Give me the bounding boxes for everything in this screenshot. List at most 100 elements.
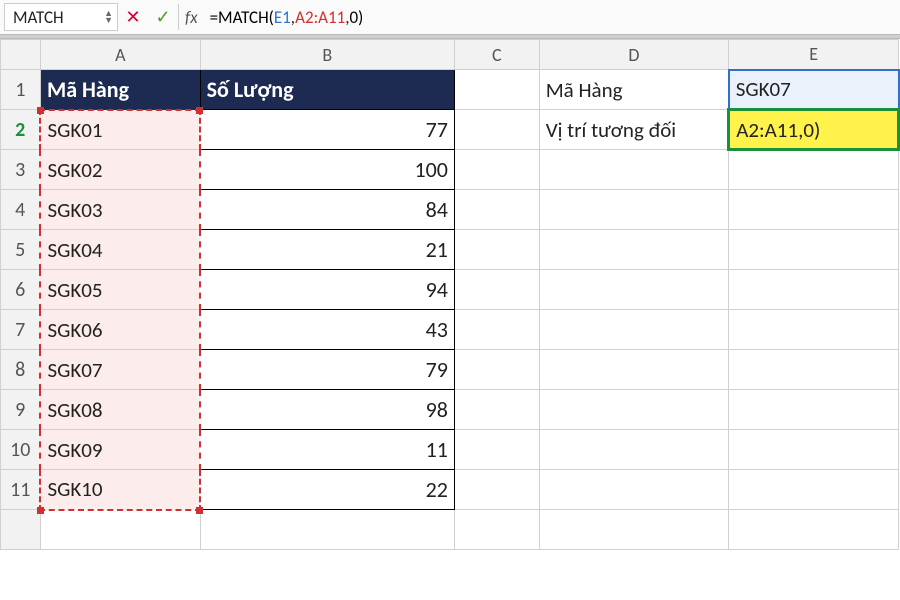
cell-D2[interactable]: Vị trí tương đối [539, 110, 729, 150]
cell[interactable] [40, 510, 200, 550]
cell[interactable] [539, 310, 729, 350]
cell[interactable] [729, 350, 899, 390]
cell[interactable] [539, 350, 729, 390]
col-header-E[interactable]: E [729, 40, 899, 70]
row-header[interactable]: 3 [1, 150, 41, 190]
cell[interactable] [539, 470, 729, 510]
cell-C1[interactable] [454, 70, 539, 110]
name-box-stepper[interactable]: ▲ ▼ [104, 10, 113, 24]
cell[interactable] [539, 510, 729, 550]
cell-B4[interactable]: 84 [200, 190, 454, 230]
cell-A4[interactable]: SGK03 [40, 190, 200, 230]
col-header-D[interactable]: D [539, 40, 729, 70]
cell-A9[interactable]: SGK08 [40, 390, 200, 430]
cell-B2[interactable]: 77 [200, 110, 454, 150]
cell-E1[interactable]: SGK07 [729, 70, 899, 110]
formula-input[interactable]: =MATCH(E1,A2:A11,0) [204, 7, 900, 28]
cell-A1[interactable]: Mã Hàng [40, 70, 200, 110]
name-box[interactable]: MATCH ▲ ▼ [4, 3, 118, 31]
range-handle-icon[interactable] [37, 507, 44, 514]
cell-B9[interactable]: 98 [200, 390, 454, 430]
formula-prefix: =MATCH( [210, 7, 274, 28]
cell[interactable] [729, 190, 899, 230]
cell[interactable] [729, 510, 899, 550]
cell-B1[interactable]: Số Lượng [200, 70, 454, 110]
row-header[interactable]: 7 [1, 310, 41, 350]
cell-D1[interactable]: Mã Hàng [539, 70, 729, 110]
cell-B8[interactable]: 79 [200, 350, 454, 390]
cell-A10[interactable]: SGK09 [40, 430, 200, 470]
cancel-button[interactable]: ✕ [118, 6, 148, 28]
cell-B10[interactable]: 11 [200, 430, 454, 470]
cell[interactable] [454, 510, 539, 550]
fx-label[interactable]: fx [178, 4, 204, 30]
cell-A3[interactable]: SGK02 [40, 150, 200, 190]
row-header[interactable]: 5 [1, 230, 41, 270]
cell[interactable] [729, 230, 899, 270]
cell[interactable] [454, 390, 539, 430]
cell[interactable] [200, 510, 454, 550]
accept-button[interactable]: ✓ [148, 6, 178, 28]
cell[interactable] [454, 150, 539, 190]
cell[interactable] [729, 430, 899, 470]
row-9: 9SGK0898 [1, 390, 899, 430]
row-header[interactable]: 11 [1, 470, 41, 510]
row-header[interactable]: 1 [1, 70, 41, 110]
spreadsheet-grid[interactable]: A B C D E 1 Mã Hàng Số Lượng Mã Hàng SGK… [0, 39, 900, 550]
row-header[interactable]: 9 [1, 390, 41, 430]
cell-A7[interactable]: SGK06 [40, 310, 200, 350]
close-icon: ✕ [125, 6, 140, 28]
range-handle-icon[interactable] [37, 107, 44, 114]
formula-ref2: A2:A11 [295, 7, 345, 28]
cell[interactable] [454, 430, 539, 470]
cell-A6[interactable]: SGK05 [40, 270, 200, 310]
cell[interactable] [729, 390, 899, 430]
row-4: 4SGK0384 [1, 190, 899, 230]
cell-A2[interactable]: SGK01 [40, 110, 200, 150]
cell[interactable] [539, 430, 729, 470]
select-all-corner[interactable] [1, 40, 41, 70]
col-header-B[interactable]: B [200, 40, 454, 70]
row-header[interactable]: 8 [1, 350, 41, 390]
cell[interactable] [454, 190, 539, 230]
cell[interactable] [539, 270, 729, 310]
row-header[interactable] [1, 510, 41, 550]
cell[interactable] [729, 310, 899, 350]
cell[interactable] [729, 150, 899, 190]
row-header[interactable]: 2 [1, 110, 41, 150]
cell-E2-active[interactable]: A2:A11,0) [729, 110, 899, 150]
row-10: 10SGK0911 [1, 430, 899, 470]
cell-A11[interactable]: SGK10 [40, 470, 200, 510]
row-3: 3SGK02100 [1, 150, 899, 190]
cell-C2[interactable] [454, 110, 539, 150]
cell-A5[interactable]: SGK04 [40, 230, 200, 270]
cell[interactable] [729, 270, 899, 310]
cell-B6[interactable]: 94 [200, 270, 454, 310]
cell[interactable] [454, 270, 539, 310]
chevron-down-icon[interactable]: ▼ [104, 17, 113, 24]
cell[interactable] [454, 230, 539, 270]
range-handle-icon[interactable] [196, 107, 203, 114]
cell-A8[interactable]: SGK07 [40, 350, 200, 390]
cell[interactable] [454, 470, 539, 510]
cell[interactable] [454, 350, 539, 390]
row-7: 7SGK0643 [1, 310, 899, 350]
cell[interactable] [454, 310, 539, 350]
range-handle-icon[interactable] [196, 507, 203, 514]
cell[interactable] [539, 150, 729, 190]
row-header[interactable]: 6 [1, 270, 41, 310]
row-2: 2 SGK01 77 Vị trí tương đối A2:A11,0) [1, 110, 899, 150]
cell-B3[interactable]: 100 [200, 150, 454, 190]
row-header[interactable]: 4 [1, 190, 41, 230]
col-header-C[interactable]: C [454, 40, 539, 70]
row-header[interactable]: 10 [1, 430, 41, 470]
col-header-A[interactable]: A [40, 40, 200, 70]
cell-B7[interactable]: 43 [200, 310, 454, 350]
row-12 [1, 510, 899, 550]
cell-B5[interactable]: 21 [200, 230, 454, 270]
cell[interactable] [539, 190, 729, 230]
cell[interactable] [539, 390, 729, 430]
cell[interactable] [539, 230, 729, 270]
cell[interactable] [729, 470, 899, 510]
cell-B11[interactable]: 22 [200, 470, 454, 510]
